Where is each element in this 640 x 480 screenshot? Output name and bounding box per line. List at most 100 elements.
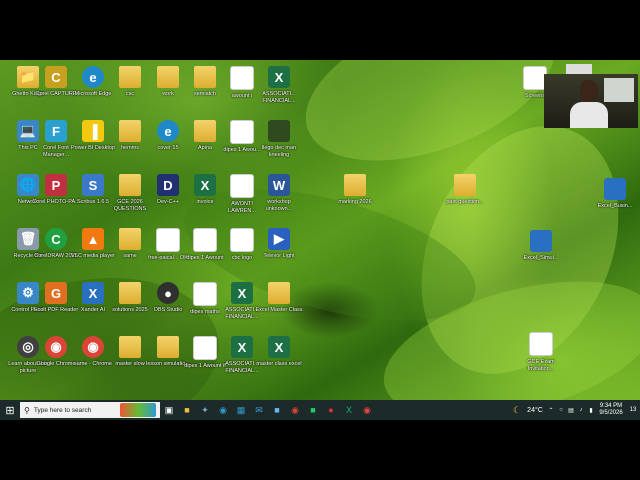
folder-icon (194, 120, 216, 142)
app-icon: C (45, 228, 67, 250)
desktop-icon[interactable]: ▶ Televor Light (254, 228, 304, 260)
network-icon[interactable]: ▤ (566, 401, 576, 419)
folder-icon (119, 282, 141, 304)
app-icon: e (157, 120, 179, 142)
app-icon: ▶ (268, 228, 290, 250)
clock-date: 9/5/2026 (599, 410, 623, 416)
app-icon: ▲ (82, 228, 104, 250)
whatsapp-taskbar-icon[interactable]: ■ (304, 401, 322, 419)
desktop-icon[interactable]: marking 2026 (330, 174, 380, 206)
desktop-icon-label: marking 2026 (338, 199, 372, 205)
tray-icon[interactable]: ○ (556, 401, 566, 419)
desktop-icon-label: GCE Exam Invitation... (527, 359, 555, 372)
file-explorer-icon[interactable]: ■ (178, 401, 196, 419)
desktop-icon-label: Excel Master Class (255, 307, 303, 313)
folder-icon (268, 282, 290, 304)
desktop-icon[interactable]: Excel_Busin... (590, 178, 640, 210)
folder-icon (119, 120, 141, 142)
desktop-icon[interactable]: Excel Master Class (254, 282, 304, 314)
excel-file-icon: X (194, 174, 216, 196)
clock[interactable]: 9:34 PM 9/5/2026 (596, 403, 626, 417)
folder-icon (119, 228, 141, 250)
search-highlight-image (120, 403, 156, 417)
folder-icon (157, 66, 179, 88)
obs-taskbar-icon[interactable]: ◉ (358, 401, 376, 419)
document-icon (529, 332, 553, 356)
app-icon: ● (157, 282, 179, 304)
excel-file-icon: X (231, 282, 253, 304)
folder-icon (344, 174, 366, 196)
desktop-icon-label: past question... (446, 199, 484, 205)
desktop-icon-label: ASSOCIATI... FINANCIAL... (262, 91, 296, 104)
document-icon (193, 282, 217, 306)
app-icon: ◉ (82, 336, 104, 358)
app-icon: P (45, 174, 67, 196)
webcam-person-head (580, 80, 598, 102)
app-icon (268, 120, 290, 142)
desktop-icon[interactable]: Excel_Simul... (516, 230, 566, 262)
weather-icon[interactable]: ☾ (510, 401, 524, 419)
taskbar: ⊞ ⚲ Type here to search ▣ ■ ✦ ◉ ▦ ✉ ■ ◉ … (0, 400, 640, 420)
volume-icon[interactable]: ♪ (576, 401, 586, 419)
excel-file-icon: X (268, 66, 290, 88)
chrome-taskbar-icon[interactable]: ◉ (286, 401, 304, 419)
desktop-icon-label: master class excel (256, 361, 302, 367)
desktop-icon-label: Televor Light (263, 253, 295, 259)
desktop-icon[interactable]: Xmaster class excel (254, 336, 304, 368)
app-icon: G (45, 282, 67, 304)
task-view-icon[interactable]: ▣ (160, 401, 178, 419)
screens-file-icon[interactable] (566, 64, 592, 74)
app-icon: S (82, 174, 104, 196)
app-icon (604, 178, 626, 200)
app-icon: e (82, 66, 104, 88)
clock-time: 9:34 PM (599, 403, 623, 409)
desktop-icon[interactable]: GCE Exam Invitation... (516, 332, 566, 373)
edge-taskbar-icon[interactable]: ◉ (214, 401, 232, 419)
folder-icon (119, 66, 141, 88)
search-icon: ⚲ (24, 405, 30, 415)
desktop-icon[interactable]: llego dec man kneeling (254, 120, 304, 159)
webcam-person-body (570, 102, 608, 128)
battery-icon[interactable]: ▮ (586, 401, 596, 419)
notification-button[interactable]: 13 (626, 401, 640, 419)
folder-icon (194, 66, 216, 88)
weather-temp[interactable]: 24°C (524, 407, 546, 414)
folder-icon (119, 336, 141, 358)
desktop-icon[interactable]: X ASSOCIATI... FINANCIAL... (254, 66, 304, 105)
mail-icon[interactable]: ✉ (250, 401, 268, 419)
folder-icon (119, 174, 141, 196)
app-icon: ▐ (82, 120, 104, 142)
document-icon (156, 228, 180, 252)
folder-icon (157, 336, 179, 358)
word-file-icon: W (268, 174, 290, 196)
app-taskbar-icon[interactable]: ■ (268, 401, 286, 419)
app-icon: X (82, 282, 104, 304)
search-box[interactable]: ⚲ Type here to search (20, 402, 160, 418)
desktop-icon[interactable]: Wworkshop unknown... (254, 174, 304, 213)
desktop-icon[interactable]: past question... (440, 174, 490, 206)
notification-count: 13 (629, 407, 637, 413)
excel-file-icon: X (268, 336, 290, 358)
search-placeholder: Type here to search (33, 406, 92, 414)
desktop-icon-label: workshop unknown... (265, 199, 293, 212)
document-icon (193, 336, 217, 360)
app-icon: F (45, 120, 67, 142)
copilot-icon[interactable]: ✦ (196, 401, 214, 419)
store-icon[interactable]: ▦ (232, 401, 250, 419)
excel-taskbar-icon[interactable]: X (340, 401, 358, 419)
document-icon (230, 228, 254, 252)
folder-icon (454, 174, 476, 196)
document-icon (230, 174, 254, 198)
document-icon (193, 228, 217, 252)
pdf-taskbar-icon[interactable]: ● (322, 401, 340, 419)
start-button[interactable]: ⊞ (0, 401, 20, 419)
app-icon (530, 230, 552, 252)
chevron-up-icon[interactable]: ⌃ (546, 401, 556, 419)
document-icon (230, 120, 254, 144)
webcam-background-window (604, 78, 634, 102)
document-icon (230, 66, 254, 90)
excel-file-icon: X (231, 336, 253, 358)
app-icon: D (157, 174, 179, 196)
webcam-overlay (544, 74, 638, 128)
desktop-icon-label: llego dec man kneeling (261, 145, 297, 158)
